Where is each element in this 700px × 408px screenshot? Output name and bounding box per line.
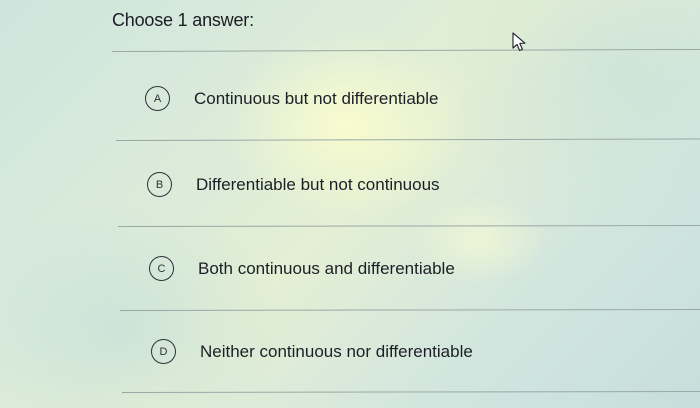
option-b[interactable]: B Differentiable but not continuous [147,172,440,197]
option-d-letter: D [151,339,176,364]
divider [119,308,700,311]
option-d-label: Neither continuous nor differentiable [200,341,473,361]
divider [121,390,700,393]
option-c-label: Both continuous and differentiable [198,258,455,278]
divider [115,138,700,141]
option-d[interactable]: D Neither continuous nor differentiable [151,339,473,364]
divider [111,48,700,52]
question-panel: Choose 1 answer: A Continuous but not di… [0,0,700,408]
option-a-label: Continuous but not differentiable [194,88,439,108]
option-a[interactable]: A Continuous but not differentiable [145,86,438,111]
option-b-letter: B [147,172,172,197]
option-c[interactable]: C Both continuous and differentiable [149,256,455,281]
option-b-label: Differentiable but not continuous [196,174,440,194]
option-c-letter: C [149,256,174,281]
arrow-pointer-icon [512,32,526,52]
question-prompt: Choose 1 answer: [112,10,254,30]
option-a-letter: A [145,86,170,111]
divider [117,224,700,227]
